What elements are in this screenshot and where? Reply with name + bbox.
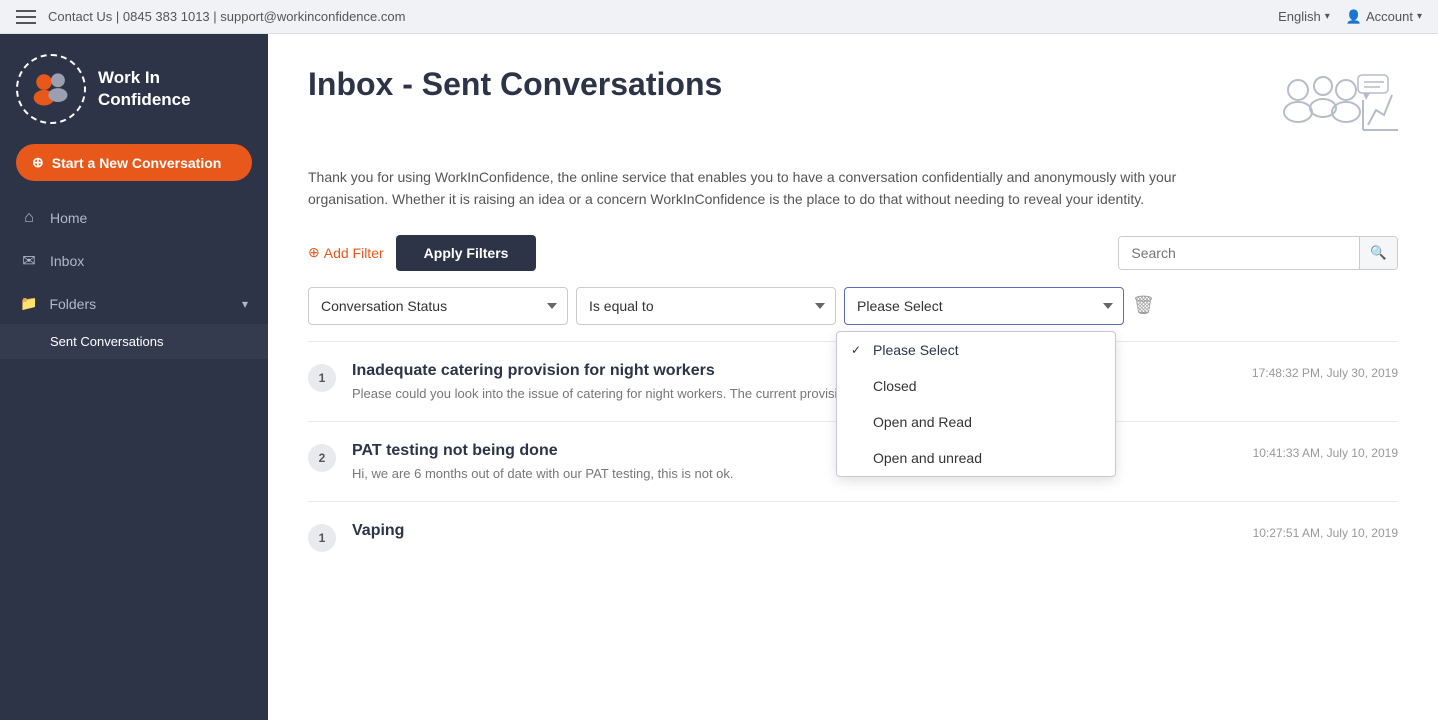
search-icon: 🔍 [1370,245,1387,260]
filter-row: Conversation Status Is equal to Please S… [308,287,1398,325]
filter-value-select[interactable]: Please Select Closed Open and Read Open … [844,287,1124,325]
start-new-conversation-button[interactable]: ⊕ Start a New Conversation [16,144,252,181]
dropdown-option-label: Open and Read [873,414,972,430]
sidebar-nav: ⌂ Home ✉ Inbox 📁 Folders ▾ Sent Conversa… [0,197,268,720]
main-description: Thank you for using WorkInConfidence, th… [308,166,1208,211]
account-label: Account [1366,9,1413,24]
new-conversation-label: Start a New Conversation [52,155,222,171]
main-content: Inbox - Sent Conversations [268,34,1438,720]
page-title: Inbox - Sent Conversations [308,66,722,103]
filter-dropdown: ✓ Please Select Closed Open and Read Ope… [836,331,1116,477]
topbar-right: English ▾ 👤 Account ▾ [1278,9,1422,25]
conversation-number: 2 [308,444,336,472]
topbar: Contact Us | 0845 383 1013 | support@wor… [0,0,1438,34]
dropdown-option-label: Please Select [873,342,959,358]
search-input[interactable] [1119,237,1359,269]
header-illustration [1268,70,1398,150]
account-chevron-icon: ▾ [1417,11,1422,22]
sidebar-item-home[interactable]: ⌂ Home [0,197,268,239]
logo-illustration [25,63,77,115]
logo-circle [16,54,86,124]
main-inner: Inbox - Sent Conversations [268,34,1438,596]
dropdown-option-open-read[interactable]: Open and Read [837,404,1115,440]
language-selector[interactable]: English ▾ [1278,9,1330,24]
folders-row-left: 📁 Folders [20,295,96,312]
conversation-body: Vaping [352,522,1237,546]
contact-info: Contact Us | 0845 383 1013 | support@wor… [48,9,405,24]
conversation-time: 17:48:32 PM, July 30, 2019 [1252,366,1398,380]
sidebar: Work InConfidence ⊕ Start a New Conversa… [0,34,268,720]
language-chevron-icon: ▾ [1325,11,1330,22]
filter-bar: ⊕ Add Filter Apply Filters 🔍 [308,235,1398,271]
sidebar-item-sent-conversations[interactable]: Sent Conversations [0,324,268,359]
search-button[interactable]: 🔍 [1359,237,1397,269]
main-header: Inbox - Sent Conversations [308,66,1398,150]
hamburger-menu-icon[interactable] [16,10,36,24]
sidebar-logo: Work InConfidence [0,34,268,140]
checkmark-icon: ✓ [851,343,865,357]
add-icon: ⊕ [308,244,320,261]
sidebar-item-home-label: Home [50,210,87,226]
language-label: English [1278,9,1321,24]
filter-operator-select[interactable]: Is equal to [576,287,836,325]
sidebar-item-folders[interactable]: 📁 Folders ▾ [0,283,268,324]
conversation-time: 10:27:51 AM, July 10, 2019 [1253,526,1398,540]
account-menu[interactable]: 👤 Account ▾ [1346,9,1422,25]
delete-filter-button[interactable]: 🗑 [1124,295,1163,316]
conversation-item[interactable]: 1 Vaping 10:27:51 AM, July 10, 2019 [308,501,1398,572]
topbar-left: Contact Us | 0845 383 1013 | support@wor… [16,9,405,24]
dropdown-option-please-select[interactable]: ✓ Please Select [837,332,1115,368]
inbox-icon: ✉ [20,251,38,271]
home-icon: ⌂ [20,209,38,227]
conversation-number: 1 [308,524,336,552]
dropdown-option-label: Open and unread [873,450,982,466]
account-icon: 👤 [1346,9,1362,25]
conversation-number: 1 [308,364,336,392]
dropdown-option-open-unread[interactable]: Open and unread [837,440,1115,476]
folders-chevron-icon: ▾ [242,297,248,311]
layout: Work InConfidence ⊕ Start a New Conversa… [0,34,1438,720]
search-box: 🔍 [1118,236,1398,270]
conversation-title: Vaping [352,522,1237,540]
sidebar-item-folders-label: Folders [49,296,96,312]
plus-icon: ⊕ [32,154,44,171]
add-filter-label: Add Filter [324,245,384,261]
sidebar-item-inbox[interactable]: ✉ Inbox [0,239,268,283]
conversation-time: 10:41:33 AM, July 10, 2019 [1253,446,1398,460]
folders-icon: 📁 [20,295,37,312]
add-filter-button[interactable]: ⊕ Add Filter [308,244,384,261]
filter-field-select[interactable]: Conversation Status [308,287,568,325]
dropdown-option-label: Closed [873,378,917,394]
logo-text: Work InConfidence [98,67,191,111]
sidebar-item-inbox-label: Inbox [50,253,84,269]
apply-filters-button[interactable]: Apply Filters [396,235,537,271]
dropdown-option-closed[interactable]: Closed [837,368,1115,404]
sent-conversations-label: Sent Conversations [50,334,163,349]
